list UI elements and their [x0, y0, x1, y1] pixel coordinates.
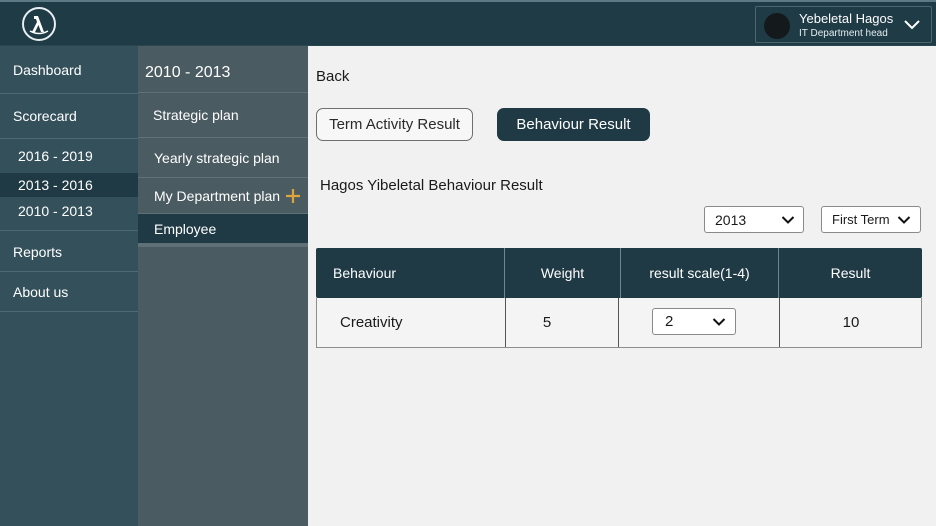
- user-role: IT Department head: [799, 28, 888, 39]
- avatar: [764, 13, 790, 39]
- subnav-divider: [138, 244, 308, 247]
- subnav-item-strategic-plan[interactable]: Strategic plan: [138, 93, 308, 138]
- subnav-item-label: My Department plan: [154, 187, 281, 204]
- subnav-item-my-department-plan[interactable]: My Department plan: [138, 178, 308, 214]
- sidebar-item-2013-2016[interactable]: 2013 - 2016: [0, 173, 138, 197]
- term-select-value: First Term: [832, 212, 890, 227]
- chevron-down-icon: [781, 216, 795, 224]
- result-scale-select[interactable]: 2: [652, 308, 736, 335]
- subnav-item-employee[interactable]: Employee: [138, 214, 308, 244]
- sidebar-item-2010-2013[interactable]: 2010 - 2013: [0, 198, 138, 231]
- page-title: Hagos Yibeletal Behaviour Result: [320, 177, 543, 194]
- cell-result: 10: [842, 313, 860, 331]
- sidebar-item-about-us[interactable]: About us: [0, 272, 138, 312]
- table-header: Behaviour Weight result scale(1-4) Resul…: [316, 248, 922, 298]
- cell-behaviour: Creativity: [340, 313, 403, 331]
- app-logo[interactable]: [22, 7, 56, 41]
- sidebar-item-reports[interactable]: Reports: [0, 232, 138, 272]
- column-header-weight: Weight: [540, 265, 585, 281]
- chevron-down-icon: [712, 318, 726, 326]
- behaviour-result-button[interactable]: Behaviour Result: [497, 108, 650, 141]
- logo-icon: [29, 16, 49, 35]
- column-header-result: Result: [830, 265, 871, 281]
- subnav-item-yearly-strategic-plan[interactable]: Yearly strategic plan: [138, 138, 308, 178]
- main-sidebar: Dashboard Scorecard 2016 - 2019 2013 - 2…: [0, 46, 138, 526]
- term-select[interactable]: First Term: [821, 206, 921, 233]
- chevron-down-icon[interactable]: [903, 18, 921, 32]
- cell-weight: 5: [542, 313, 552, 331]
- year-select[interactable]: 2013: [704, 206, 804, 233]
- sidebar-item-scorecard[interactable]: Scorecard: [0, 94, 138, 139]
- sidebar-item-2016-2019[interactable]: 2016 - 2019: [0, 143, 138, 169]
- column-divider: [618, 298, 619, 347]
- column-header-behaviour: Behaviour: [333, 265, 397, 281]
- plus-icon[interactable]: [286, 189, 300, 203]
- top-header: Yebeletal Hagos IT Department head: [0, 0, 936, 46]
- chevron-down-icon: [897, 216, 911, 224]
- main-content: Back Term Activity Result Behaviour Resu…: [308, 46, 936, 526]
- user-menu[interactable]: Yebeletal Hagos IT Department head: [755, 6, 932, 43]
- year-select-value: 2013: [715, 211, 747, 228]
- table-row: Creativity 5 2 10: [316, 298, 922, 348]
- term-activity-result-button[interactable]: Term Activity Result: [316, 108, 473, 141]
- column-header-result-scale: result scale(1-4): [649, 265, 750, 281]
- subnav-title: 2010 - 2013: [145, 64, 231, 81]
- sidebar-item-dashboard[interactable]: Dashboard: [0, 46, 138, 94]
- sub-sidebar: 2010 - 2013 Strategic plan Yearly strate…: [138, 46, 308, 526]
- back-link[interactable]: Back: [316, 68, 349, 85]
- user-name: Yebeletal Hagos: [799, 11, 894, 26]
- result-scale-value: 2: [665, 313, 674, 330]
